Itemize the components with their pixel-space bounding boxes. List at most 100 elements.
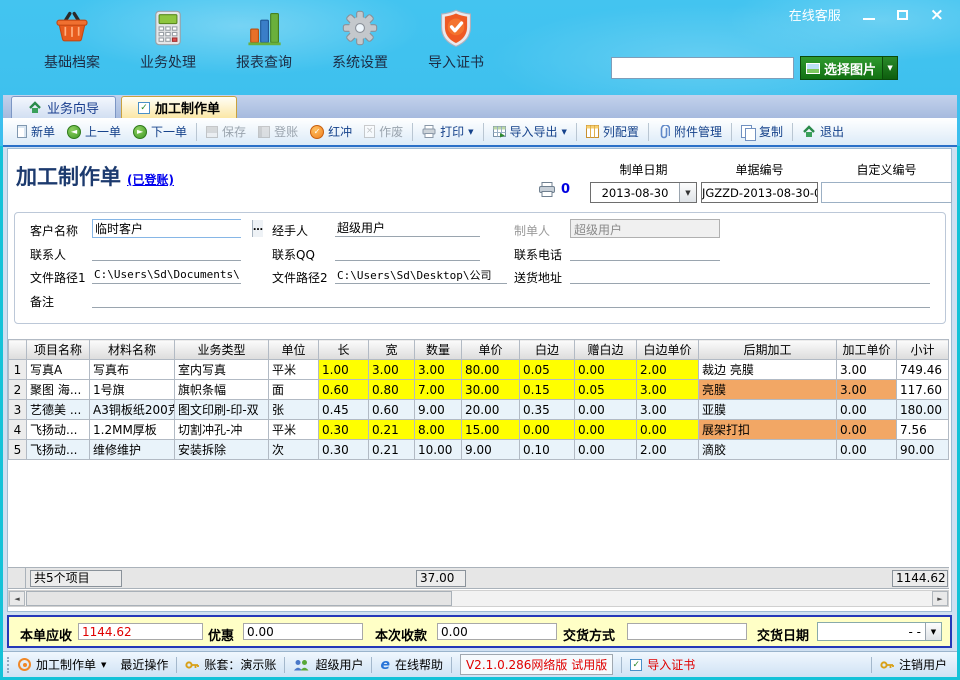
grid-cell[interactable]: 0.00: [575, 360, 637, 380]
grid-column-header[interactable]: 材料名称: [90, 340, 175, 360]
scroll-left-icon[interactable]: ◄: [9, 591, 25, 606]
grid-cell[interactable]: 15.00: [462, 420, 520, 440]
printer-icon[interactable]: [538, 182, 556, 197]
grid-column-header[interactable]: 加工单价: [837, 340, 897, 360]
grid-column-header[interactable]: 数量: [415, 340, 462, 360]
previous-order-button[interactable]: ◄上一单: [61, 120, 127, 143]
grid-cell[interactable]: 0.00: [637, 420, 699, 440]
grid-cell[interactable]: 8.00: [415, 420, 462, 440]
grid-cell[interactable]: 艺德美 ...: [27, 400, 90, 420]
nav-item-import-cert[interactable]: 导入证书: [408, 8, 504, 72]
delivery-method-input[interactable]: [627, 623, 747, 640]
grid-cell[interactable]: 0.00: [837, 440, 897, 460]
image-path-input[interactable]: [611, 57, 794, 79]
date-dropdown-icon[interactable]: ▼: [925, 623, 941, 640]
nav-item-business[interactable]: 业务处理: [120, 8, 216, 72]
grid-cell[interactable]: 0.60: [369, 400, 415, 420]
grid-column-header[interactable]: 赠白边: [575, 340, 637, 360]
save-button[interactable]: 保存: [200, 120, 252, 143]
grid-cell[interactable]: 张: [269, 400, 319, 420]
grid-cell[interactable]: 9.00: [462, 440, 520, 460]
grid-column-header[interactable]: 小计: [897, 340, 949, 360]
grid-cell[interactable]: 平米: [269, 420, 319, 440]
handler-input[interactable]: [335, 219, 480, 237]
grid-cell[interactable]: 0.21: [369, 440, 415, 460]
grid-cell[interactable]: 9.00: [415, 400, 462, 420]
copy-button[interactable]: 复制: [735, 120, 789, 143]
online-service-link[interactable]: 在线客服: [789, 5, 841, 24]
grid-cell[interactable]: 亮膜: [699, 380, 837, 400]
path1-input[interactable]: [92, 266, 241, 284]
grid-cell[interactable]: 飞扬动...: [27, 420, 90, 440]
grid-cell[interactable]: 749.46: [897, 360, 949, 380]
nav-item-settings[interactable]: 系统设置: [312, 8, 408, 72]
minimize-icon[interactable]: [863, 18, 875, 20]
grid-cell[interactable]: 旗帜条幅: [175, 380, 269, 400]
grid-cell[interactable]: 写真A: [27, 360, 90, 380]
grid-cell[interactable]: 0.00: [575, 420, 637, 440]
path2-input[interactable]: [335, 266, 507, 284]
grid-cell[interactable]: 聚图 海...: [27, 380, 90, 400]
grid-cell[interactable]: 0.60: [319, 380, 369, 400]
grid-cell[interactable]: 展架打扣: [699, 420, 837, 440]
grid-cell[interactable]: 室内写真: [175, 360, 269, 380]
nav-item-base-archive[interactable]: 基础档案: [24, 8, 120, 72]
horizontal-scrollbar[interactable]: ◄ ►: [8, 590, 949, 607]
grid-cell[interactable]: 面: [269, 380, 319, 400]
qq-input[interactable]: [335, 243, 480, 261]
delivery-date-input[interactable]: - - ▼: [817, 622, 942, 641]
grid-cell[interactable]: 0.00: [837, 400, 897, 420]
grid-cell[interactable]: 裁边 亮膜: [699, 360, 837, 380]
close-icon[interactable]: ×: [930, 9, 944, 21]
print-button[interactable]: 打印▼: [416, 120, 479, 143]
date-dropdown-icon[interactable]: ▼: [679, 183, 696, 202]
discount-input[interactable]: [243, 623, 363, 640]
grid-cell[interactable]: 0.30: [319, 440, 369, 460]
attachment-button[interactable]: 附件管理: [652, 120, 728, 143]
grid-cell[interactable]: 117.60: [897, 380, 949, 400]
grid-cell[interactable]: 20.00: [462, 400, 520, 420]
grid-cell[interactable]: 3.00: [415, 360, 462, 380]
tab-business-wizard[interactable]: 业务向导: [11, 96, 116, 118]
import-cert-button[interactable]: ✓ 导入证书: [630, 656, 695, 673]
grid-column-header[interactable]: [9, 340, 27, 360]
grid-column-header[interactable]: 后期加工: [699, 340, 837, 360]
next-order-button[interactable]: ►下一单: [127, 120, 193, 143]
grid-column-header[interactable]: 白边单价: [637, 340, 699, 360]
address-input[interactable]: [570, 266, 930, 284]
row-number[interactable]: 5: [9, 440, 27, 460]
grid-column-header[interactable]: 业务类型: [175, 340, 269, 360]
grid-cell[interactable]: 0.21: [369, 420, 415, 440]
grid-cell[interactable]: 10.00: [415, 440, 462, 460]
grid-cell[interactable]: 2.00: [637, 440, 699, 460]
grid-cell[interactable]: 0.00: [520, 420, 575, 440]
grid-cell[interactable]: 1.00: [319, 360, 369, 380]
phone-input[interactable]: [570, 243, 720, 261]
new-order-button[interactable]: 新单: [11, 120, 61, 143]
custom-number-input[interactable]: [821, 182, 952, 203]
void-button[interactable]: ×作废: [358, 120, 409, 143]
grid-cell[interactable]: 7.56: [897, 420, 949, 440]
row-number[interactable]: 3: [9, 400, 27, 420]
grid-cell[interactable]: 0.00: [837, 420, 897, 440]
select-image-dropdown[interactable]: ▼: [882, 57, 897, 79]
post-account-button[interactable]: 登账: [252, 120, 304, 143]
nav-item-reports[interactable]: 报表查询: [216, 8, 312, 72]
grid-cell[interactable]: 3.00: [837, 380, 897, 400]
grid-cell[interactable]: 平米: [269, 360, 319, 380]
recent-actions-button[interactable]: 最近操作: [120, 656, 168, 673]
exit-button[interactable]: 退出: [796, 120, 850, 143]
row-number[interactable]: 4: [9, 420, 27, 440]
maximize-icon[interactable]: [897, 10, 908, 20]
grid-cell[interactable]: 180.00: [897, 400, 949, 420]
receivable-input[interactable]: [78, 623, 203, 640]
grid-cell[interactable]: 0.30: [319, 420, 369, 440]
customer-input[interactable]: [93, 220, 252, 237]
grid-column-header[interactable]: 长: [319, 340, 369, 360]
red-flush-button[interactable]: ✓红冲: [304, 120, 358, 143]
grid-cell[interactable]: 0.10: [520, 440, 575, 460]
grid-cell[interactable]: 90.00: [897, 440, 949, 460]
grid-cell[interactable]: 3.00: [837, 360, 897, 380]
grid-column-header[interactable]: 单位: [269, 340, 319, 360]
select-image-button[interactable]: 选择图片 ▼: [800, 56, 898, 80]
